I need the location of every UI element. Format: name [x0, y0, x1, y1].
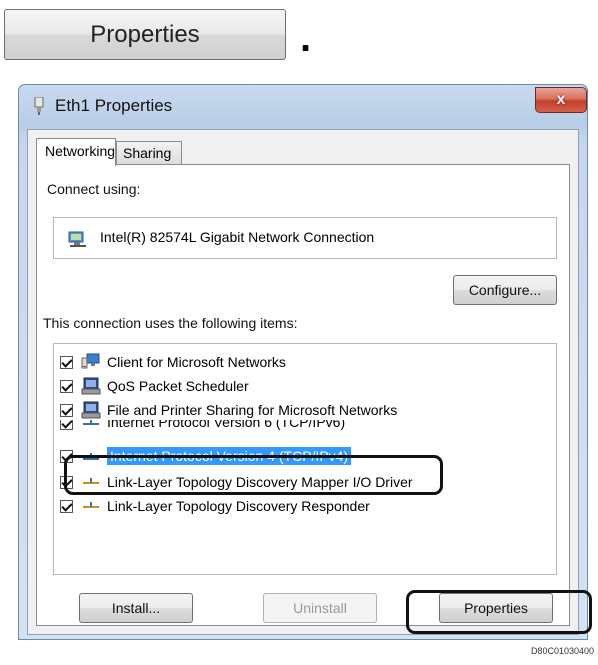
service-icon — [81, 401, 101, 419]
configure-button[interactable]: Configure... — [453, 275, 557, 305]
dialog-client-area: Networking Sharing Connect using: Intel(… — [27, 129, 579, 635]
checkbox[interactable] — [60, 355, 73, 369]
list-item[interactable]: Internet Protocol Version 6 (TCP/IPv6) — [60, 420, 345, 430]
highlight-properties-button — [406, 590, 592, 634]
item-label: Internet Protocol Version 6 (TCP/IPv6) — [107, 420, 346, 430]
network-adapter-icon — [34, 97, 44, 115]
network-card-icon — [68, 231, 86, 247]
checkbox[interactable] — [60, 379, 73, 393]
figure-code: D80C01030400 — [530, 646, 594, 656]
item-label: Client for Microsoft Networks — [107, 354, 286, 370]
list-item[interactable]: File and Printer Sharing for Microsoft N… — [60, 398, 397, 422]
adapter-field: Intel(R) 82574L Gigabit Network Connecti… — [53, 217, 557, 259]
configure-button-label: Configure... — [468, 282, 542, 298]
adapter-name: Intel(R) 82574L Gigabit Network Connecti… — [100, 229, 375, 245]
connect-using-label: Connect using: — [47, 181, 141, 197]
protocol-icon — [83, 420, 99, 425]
instruction-period: . — [300, 16, 312, 60]
checkbox[interactable] — [60, 499, 73, 513]
item-label: Link-Layer Topology Discovery Responder — [107, 498, 370, 514]
protocol-icon — [83, 502, 99, 508]
items-label: This connection uses the following items… — [43, 315, 298, 331]
tab-networking-label: Networking — [45, 143, 116, 159]
tab-sharing-label: Sharing — [123, 145, 172, 161]
checkbox[interactable] — [60, 420, 73, 430]
item-label: QoS Packet Scheduler — [107, 378, 249, 394]
list-item[interactable]: Client for Microsoft Networks — [60, 350, 286, 374]
list-item[interactable]: QoS Packet Scheduler — [60, 374, 249, 398]
service-icon — [81, 377, 101, 395]
item-label: File and Printer Sharing for Microsoft N… — [107, 402, 398, 418]
properties-button-callout-label: Properties — [90, 20, 200, 48]
tab-networking[interactable]: Networking — [36, 138, 116, 166]
dialog-title: Eth1 Properties — [55, 96, 173, 115]
tab-sharing[interactable]: Sharing — [116, 141, 182, 164]
install-button-label: Install... — [111, 600, 161, 616]
uninstall-button[interactable]: Uninstall — [263, 593, 377, 623]
list-item[interactable]: Link-Layer Topology Discovery Responder — [60, 494, 370, 518]
networking-tab-panel: Connect using: Intel(R) 82574L Gigabit N… — [36, 164, 570, 626]
eth1-properties-dialog: Eth1 Properties x Networking Sharing Con… — [18, 84, 588, 640]
install-button[interactable]: Install... — [79, 593, 193, 623]
close-icon: x — [556, 91, 566, 108]
title-bar[interactable]: Eth1 Properties x — [19, 85, 587, 129]
network-client-icon — [81, 353, 100, 369]
checkbox[interactable] — [60, 403, 73, 417]
close-button[interactable]: x — [535, 87, 587, 113]
highlight-ipv4-item — [64, 455, 443, 495]
uninstall-button-label: Uninstall — [293, 600, 347, 616]
properties-button-callout[interactable]: Properties — [4, 9, 286, 60]
